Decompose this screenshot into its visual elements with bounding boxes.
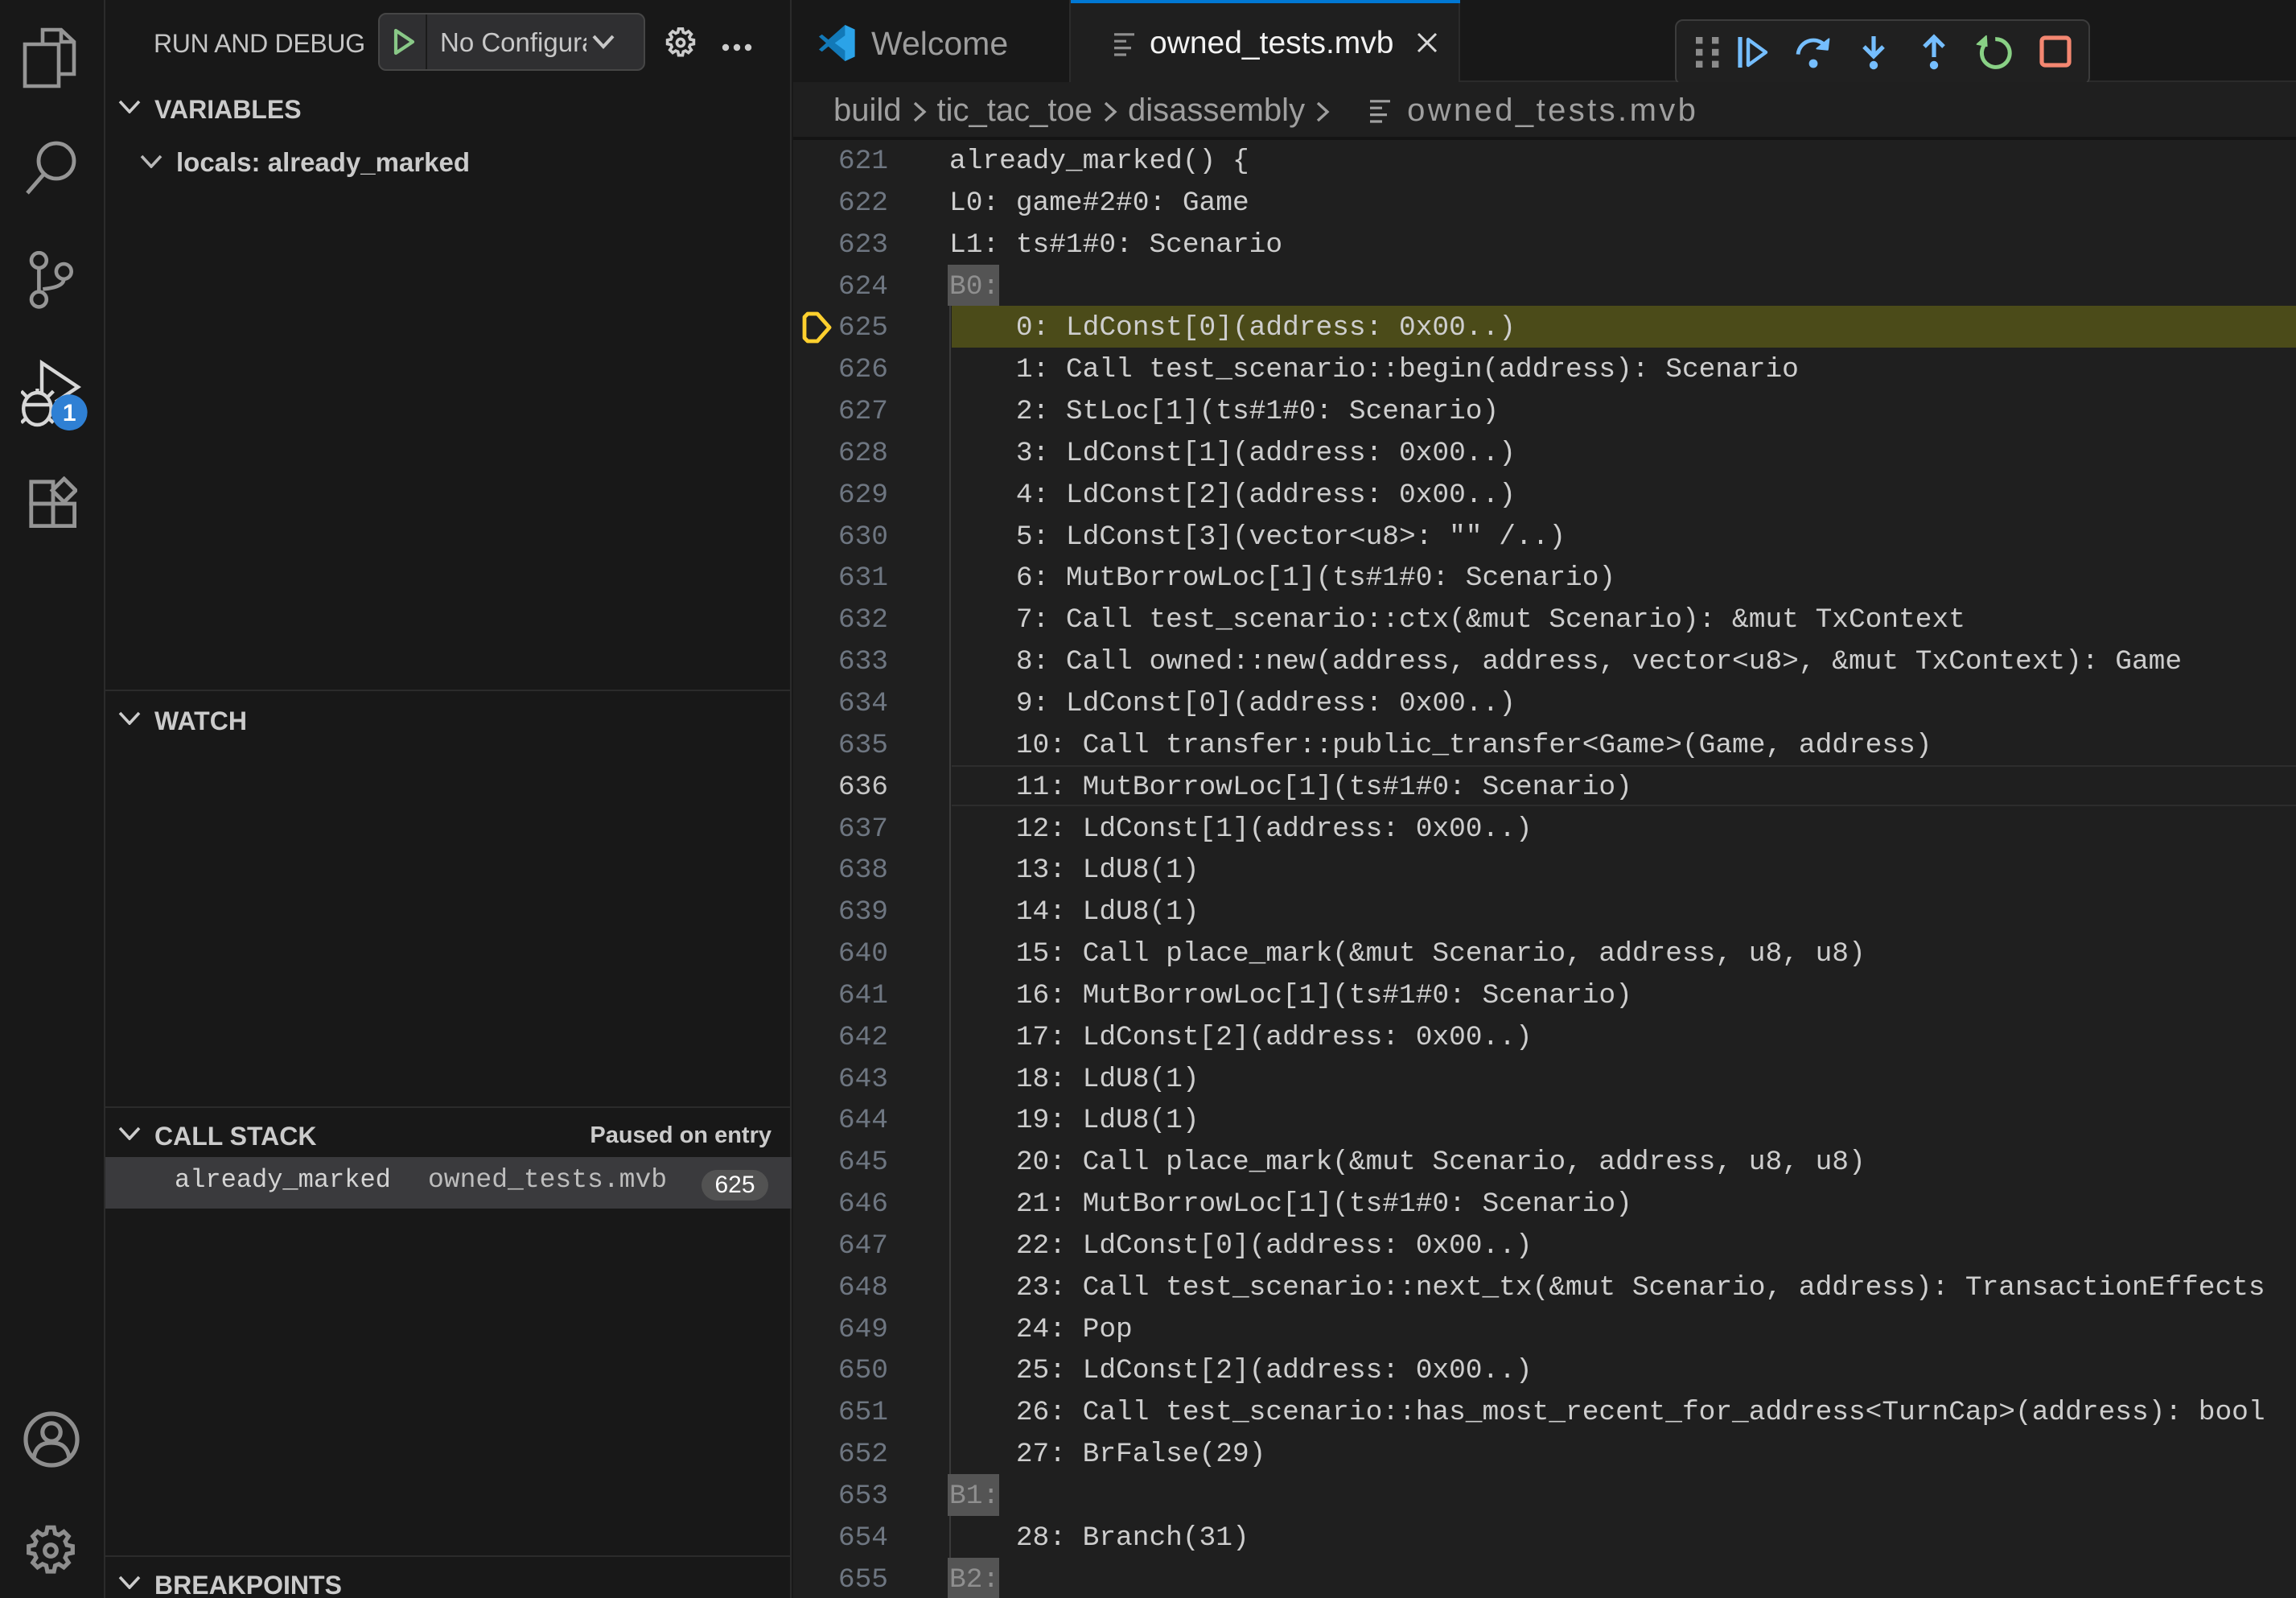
svg-text:1: 1 (63, 400, 76, 426)
